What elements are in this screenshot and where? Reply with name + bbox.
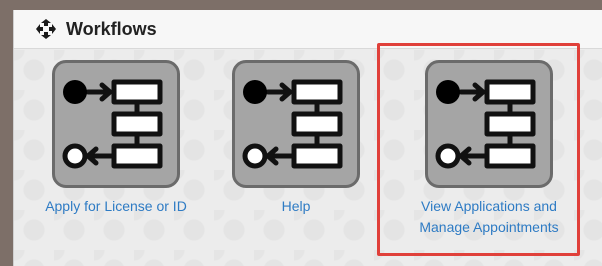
tile-apply-for-license[interactable]: Apply for License or ID	[30, 60, 202, 217]
workflow-diagram-icon	[52, 60, 180, 188]
recycle-arrows-icon	[34, 17, 58, 41]
tile-label-line-2[interactable]: Manage Appointments	[419, 219, 558, 235]
tile-label-line-1[interactable]: View Applications and	[421, 198, 557, 214]
tile-help[interactable]: Help	[232, 60, 360, 217]
workflow-diagram-icon	[425, 60, 553, 188]
tile-label[interactable]: Help	[232, 196, 360, 217]
panel-title: Workflows	[66, 18, 157, 39]
workflow-diagram-icon	[232, 60, 360, 188]
tile-label[interactable]: View Applications and Manage Appointment…	[391, 196, 587, 238]
tile-view-applications[interactable]: View Applications and Manage Appointment…	[391, 60, 587, 238]
tile-label[interactable]: Apply for License or ID	[30, 196, 202, 217]
